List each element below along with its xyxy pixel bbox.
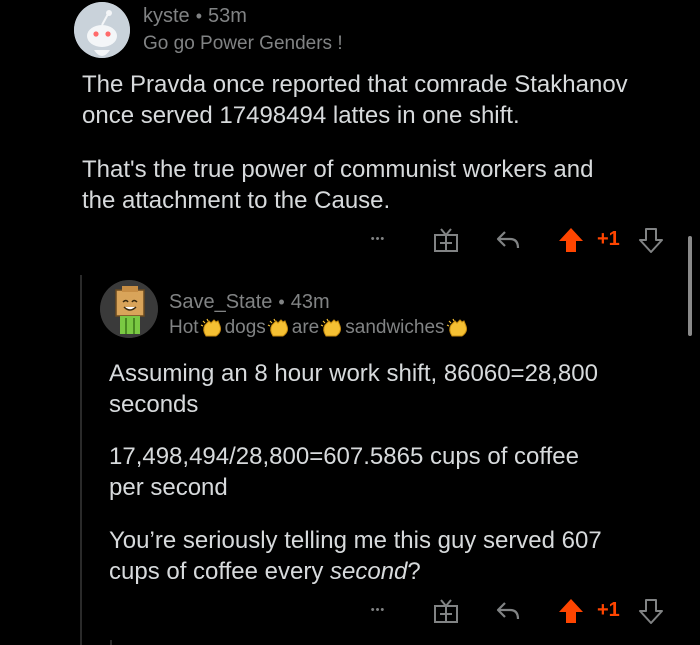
meta-separator: • [278,292,285,312]
username[interactable]: kyste [143,5,190,27]
user-flair: Go go Power Genders ! [143,33,343,54]
comment-body-paragraph: The Pravda once reported that comrade St… [82,71,628,129]
flair-word: sandwiches [345,317,445,338]
clap-emoji-icon [200,318,221,337]
timestamp: 43m [290,291,330,313]
comment-kyste: kyste • 53m Go go Power Genders ! The Prav… [0,0,700,260]
flair-word: are [291,317,320,338]
timestamp: 53m [208,5,247,27]
comment-body-paragraph: You’re seriously telling me this guy ser… [109,527,602,585]
comment-save-state: Save_State • 43m Hot dogs are sandwiches Assu… [0,270,700,645]
flair-word: dogs [224,317,266,338]
upvote-icon [559,228,583,252]
gift-award-button[interactable] [432,597,460,625]
upvote-button[interactable] [557,597,585,625]
upvote-icon [559,599,583,623]
vote-score: +1 [597,599,620,621]
upvote-button[interactable] [557,226,585,254]
snoo-avatar-icon [74,2,130,58]
avatar[interactable] [100,280,158,338]
comment-body-paragraph: That's the true power of communist worke… [82,156,594,214]
user-flair: Hot dogs are sandwiches [169,317,471,339]
gift-icon [434,599,458,623]
clap-emoji-icon [320,318,342,337]
username[interactable]: Save_State [169,291,272,313]
downvote-icon [639,599,663,624]
reply-icon [496,602,520,620]
scrollbar[interactable] [688,236,692,336]
reply-icon [496,231,520,249]
vote-score: +1 [597,228,620,250]
gift-icon [434,228,458,252]
meta-separator: • [195,6,202,26]
downvote-icon [639,228,663,253]
downvote-button[interactable] [637,226,665,254]
box-character-avatar-icon [100,280,158,338]
more-options-button[interactable]: ••• [364,226,392,252]
comment-actions: ••• +1 [0,595,700,625]
clap-emoji-icon [446,318,467,337]
downvote-button[interactable] [637,597,665,625]
emphasis: second [330,558,408,585]
gift-award-button[interactable] [432,226,460,254]
comment-actions: ••• +1 [0,224,700,254]
flair-word: Hot [169,317,199,338]
more-options-button[interactable]: ••• [364,597,392,623]
comment-body-paragraph: 17,498,494/28,800=607.5865 cups of coffe… [109,443,579,501]
avatar[interactable] [74,2,130,58]
reply-button[interactable] [494,597,522,625]
reply-button[interactable] [494,226,522,254]
comment-body-paragraph: Assuming an 8 hour work shift, 86060=28,… [109,360,598,418]
clap-emoji-icon [267,318,288,337]
